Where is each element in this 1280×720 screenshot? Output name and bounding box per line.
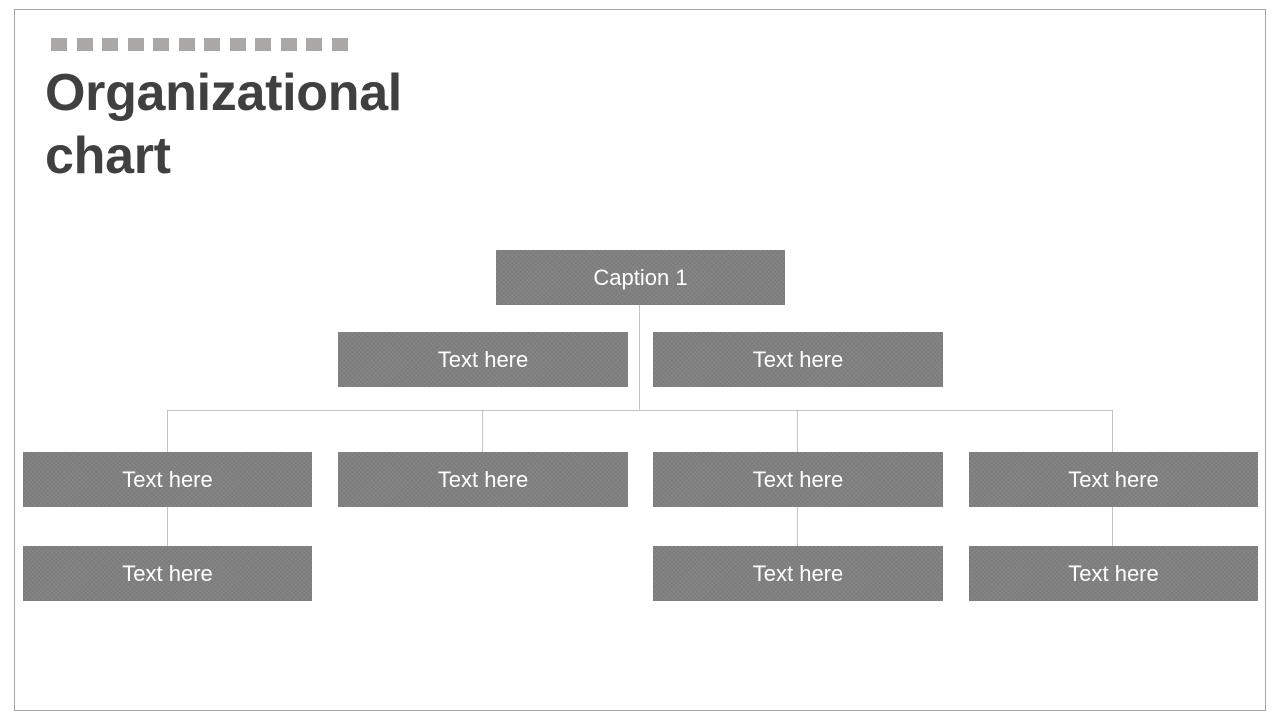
decor-square [178,38,195,51]
decor-square [76,38,93,51]
org-node-level3[interactable]: Text here [23,452,312,507]
node-label: Text here [752,560,844,586]
org-node-level2[interactable]: Text here [653,332,943,387]
node-label: Text here [1068,466,1159,492]
node-label: Text here [752,466,844,492]
decor-square [51,38,67,51]
decor-square [280,38,297,51]
node-label: Text here [752,346,844,372]
decor-square [331,38,348,51]
connector-to-l3-4 [1112,410,1113,452]
node-label: Text here [437,466,529,492]
decor-square [153,38,169,51]
title-line-1: Organizational [45,64,402,122]
org-node-root[interactable]: Caption 1 [496,250,785,305]
node-label: Text here [122,466,213,492]
decor-square [229,38,246,51]
title-line-2: chart [45,127,171,185]
slide-title: Organizational chart [45,62,402,188]
org-node-level4[interactable]: Text here [969,546,1258,601]
decor-square [204,38,220,51]
decor-square [102,38,118,51]
node-label: Text here [437,346,529,372]
connector-root-trunk [639,305,640,411]
decorative-squares [51,38,348,51]
connector-l3-1-child [167,507,168,546]
org-node-level4[interactable]: Text here [653,546,943,601]
connector-l3-3-child [797,507,798,546]
org-node-level3[interactable]: Text here [969,452,1258,507]
node-label: Text here [122,560,213,586]
connector-to-l3-2 [482,410,483,452]
decor-square [127,38,144,51]
decor-square [306,38,322,51]
org-node-level3[interactable]: Text here [338,452,628,507]
connector-to-l3-1 [167,410,168,452]
org-node-level3[interactable]: Text here [653,452,943,507]
node-label: Caption 1 [593,264,688,290]
node-label: Text here [1068,560,1159,586]
org-node-level4[interactable]: Text here [23,546,312,601]
connector-l3-4-child [1112,507,1113,546]
org-node-level2[interactable]: Text here [338,332,628,387]
connector-to-l3-3 [797,410,798,452]
decor-square [255,38,271,51]
connector-level3-bus [167,410,1113,411]
